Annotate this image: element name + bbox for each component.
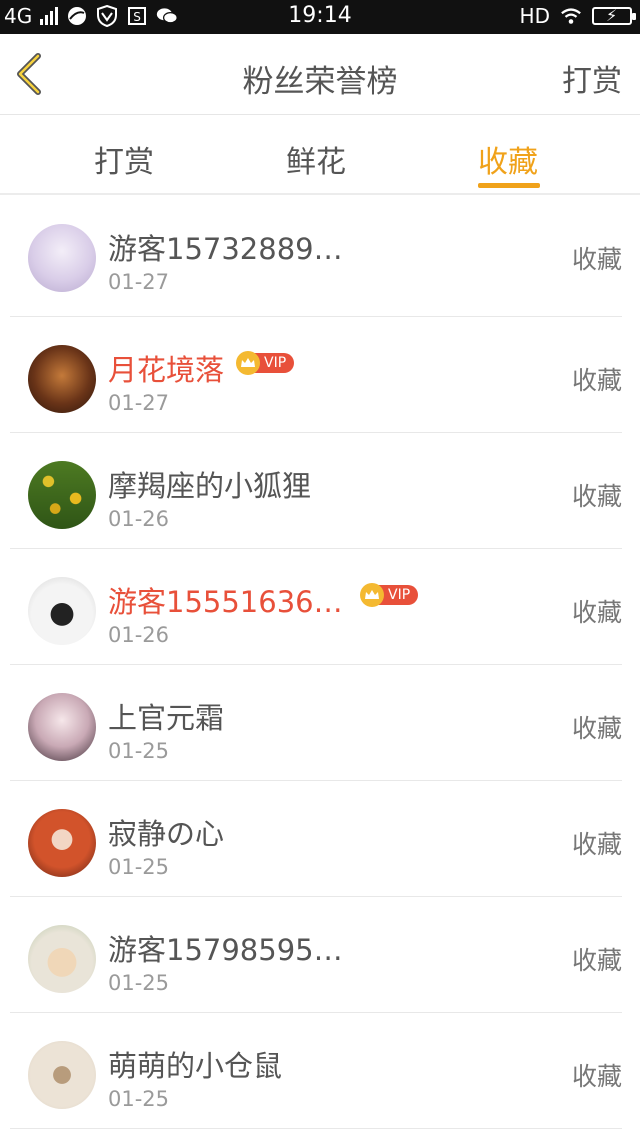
vip-badge: VIP [236, 351, 295, 375]
item-action: 收藏 [571, 598, 622, 627]
item-action: 收藏 [571, 714, 622, 743]
avatar [28, 224, 96, 292]
item-date: 01-25 [108, 971, 170, 995]
avatar [28, 577, 96, 645]
item-date: 01-25 [108, 855, 170, 879]
item-action: 收藏 [571, 1062, 622, 1091]
avatar [28, 345, 96, 413]
avatar [28, 1041, 96, 1109]
nav-bar: 粉丝荣誉榜 打赏 [0, 34, 640, 115]
page-title: 粉丝荣誉榜 [242, 64, 398, 100]
user-name: 游客15732889… [108, 232, 343, 266]
tab-flowers[interactable]: 鲜花 [286, 137, 346, 181]
list-item[interactable]: 月花境落 VIP 01-27 收藏 [10, 317, 622, 433]
item-date: 01-27 [108, 270, 170, 294]
item-action: 收藏 [571, 946, 622, 975]
user-name: 萌萌的小仓鼠 [108, 1049, 283, 1083]
user-name: 游客15551636… [108, 585, 343, 619]
item-action: 收藏 [571, 482, 622, 511]
user-name: 游客15798595… [108, 933, 343, 967]
crown-icon [360, 583, 384, 607]
battery-icon: ⚡ [592, 6, 636, 25]
crown-icon [236, 351, 260, 375]
tab-collect[interactable]: 收藏 [478, 137, 538, 181]
tab-reward[interactable]: 打赏 [94, 137, 154, 181]
item-action: 收藏 [571, 245, 622, 274]
avatar [28, 461, 96, 529]
list-item[interactable]: 萌萌的小仓鼠 01-25 收藏 [10, 1013, 622, 1129]
item-action: 收藏 [571, 830, 622, 859]
avatar [28, 925, 96, 993]
list-item[interactable]: 上官元霜 01-25 收藏 [10, 665, 622, 781]
avatar [28, 809, 96, 877]
user-name: 月花境落 [108, 353, 225, 387]
user-name: 寂静の心 [108, 817, 225, 851]
reward-button[interactable]: 打赏 [562, 56, 622, 100]
vip-badge: VIP [360, 583, 419, 607]
status-bar: 4G S 19:14 HD ⚡ [0, 0, 640, 34]
list-item[interactable]: 寂静の心 01-25 收藏 [10, 781, 622, 897]
item-date: 01-27 [108, 391, 170, 415]
fan-list: 游客15732889… 01-27 收藏 月花境落 VIP 01-27 收藏 摩… [0, 196, 640, 1129]
list-item[interactable]: 游客15798595… 01-25 收藏 [10, 897, 622, 1013]
list-item[interactable]: 游客15732889… 01-27 收藏 [10, 196, 622, 317]
list-item[interactable]: 游客15551636… VIP 01-26 收藏 [10, 549, 622, 665]
item-date: 01-25 [108, 739, 170, 763]
hd-indicator: HD [519, 4, 550, 28]
tab-bar: 打赏 鲜花 收藏 [0, 115, 640, 195]
item-action: 收藏 [571, 366, 622, 395]
user-name: 摩羯座的小狐狸 [108, 469, 312, 503]
item-date: 01-25 [108, 1087, 170, 1111]
item-date: 01-26 [108, 623, 170, 647]
status-right: HD ⚡ [519, 4, 636, 28]
user-name: 上官元霜 [108, 701, 225, 735]
list-item[interactable]: 摩羯座的小狐狸 01-26 收藏 [10, 433, 622, 549]
avatar [28, 693, 96, 761]
active-tab-indicator [478, 183, 540, 188]
wifi-icon [560, 5, 582, 27]
item-date: 01-26 [108, 507, 170, 531]
